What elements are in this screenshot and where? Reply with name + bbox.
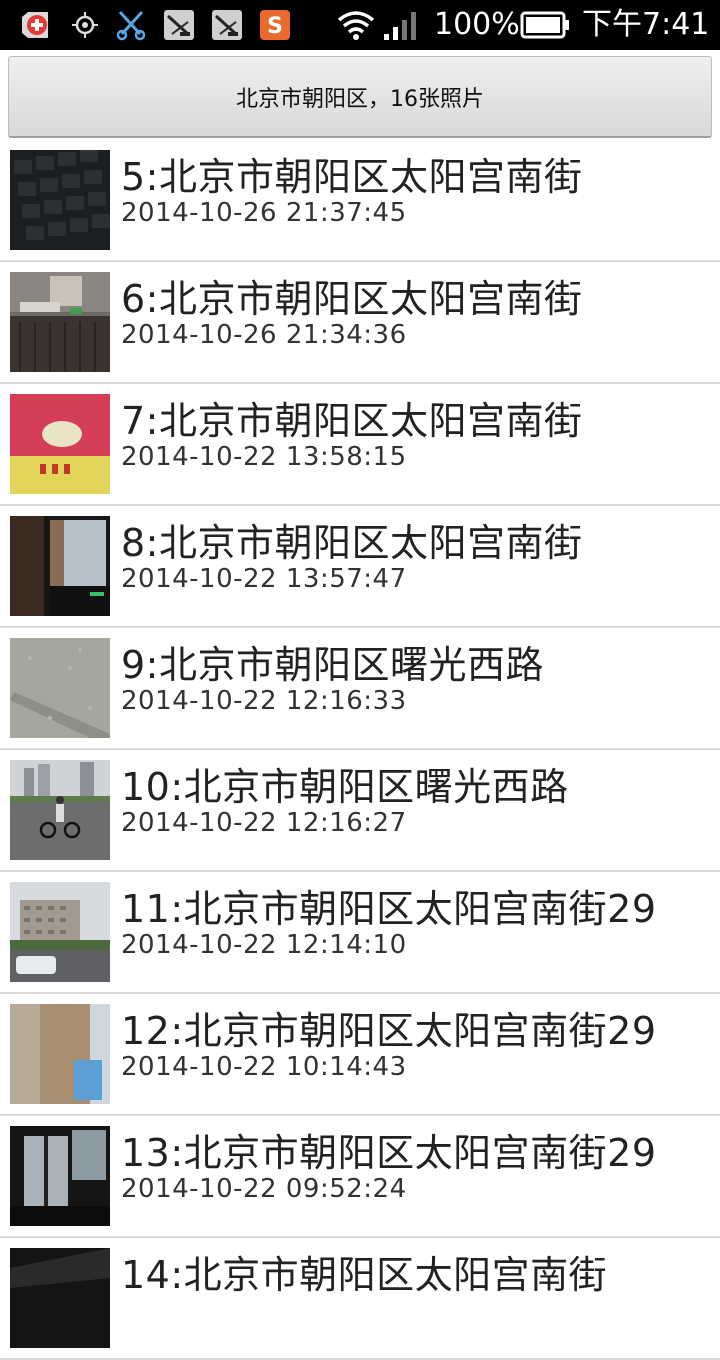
photo-date: 2014-10-22 09:52:24: [121, 1174, 407, 1204]
wifi-icon: [337, 11, 375, 40]
building-photo-thumbnail: [10, 882, 110, 982]
photo-title: 12:北京市朝阳区太阳宫南街29: [121, 1009, 657, 1053]
clock: 下午7:41: [582, 7, 710, 42]
location-summary-button[interactable]: 北京市朝阳区，16张照片: [8, 56, 712, 138]
location-icon: [72, 12, 98, 38]
photo-date: 2014-10-22 13:58:15: [121, 442, 407, 472]
photo-date: 2014-10-22 12:16:27: [121, 808, 407, 838]
app-icon-2: [212, 10, 242, 40]
photo-list[interactable]: 5:北京市朝阳区太阳宫南街 2014-10-26 21:37:45 6:北京市朝…: [0, 140, 720, 1360]
signal-icon: [384, 12, 416, 40]
photo-list-item[interactable]: 11:北京市朝阳区太阳宫南街29 2014-10-22 12:14:10: [0, 872, 720, 994]
dark-photo-thumbnail: [10, 1248, 110, 1348]
desk-photo-thumbnail: [10, 272, 110, 372]
battery-icon: [520, 11, 569, 39]
pavement-photo-thumbnail: [10, 638, 110, 738]
svg-text:S: S: [267, 14, 283, 39]
photo-title: 8:北京市朝阳区太阳宫南街: [121, 521, 583, 565]
photo-title: 13:北京市朝阳区太阳宫南街29: [121, 1131, 657, 1175]
status-bar: S 100% 下午7:41: [0, 0, 720, 50]
app-icon-1: [164, 10, 194, 40]
photo-list-item[interactable]: 7:北京市朝阳区太阳宫南街 2014-10-22 13:58:15: [0, 384, 720, 506]
curtain-photo-thumbnail: [10, 1004, 110, 1104]
photo-date: 2014-10-26 21:34:36: [121, 320, 407, 350]
scissors-icon: [116, 10, 146, 41]
photo-title: 14:北京市朝阳区太阳宫南街: [121, 1253, 608, 1297]
photo-date: 2014-10-22 13:57:47: [121, 564, 407, 594]
photo-list-item[interactable]: 13:北京市朝阳区太阳宫南街29 2014-10-22 09:52:24: [0, 1116, 720, 1238]
keyboard-photo-thumbnail: [10, 150, 110, 250]
photo-date: 2014-10-22 12:14:10: [121, 930, 407, 960]
location-summary-label: 北京市朝阳区，16张照片: [236, 86, 484, 112]
photo-list-item[interactable]: 8:北京市朝阳区太阳宫南街 2014-10-22 13:57:47: [0, 506, 720, 628]
photo-list-item[interactable]: 9:北京市朝阳区曙光西路 2014-10-22 12:16:33: [0, 628, 720, 750]
battery-percent: 100%: [434, 7, 520, 42]
room-window-photo-thumbnail: [10, 1126, 110, 1226]
add-notification-icon: [22, 12, 48, 38]
package-photo-thumbnail: [10, 394, 110, 494]
window-photo-thumbnail: [10, 516, 110, 616]
photo-title: 5:北京市朝阳区太阳宫南街: [121, 155, 583, 199]
photo-date: 2014-10-22 10:14:43: [121, 1052, 407, 1082]
photo-title: 9:北京市朝阳区曙光西路: [121, 643, 544, 687]
photo-list-item[interactable]: 6:北京市朝阳区太阳宫南街 2014-10-26 21:34:36: [0, 262, 720, 384]
photo-list-item[interactable]: 14:北京市朝阳区太阳宫南街: [0, 1238, 720, 1360]
photo-date: 2014-10-22 12:16:33: [121, 686, 407, 716]
photo-list-item[interactable]: 10:北京市朝阳区曙光西路 2014-10-22 12:16:27: [0, 750, 720, 872]
photo-date: 2014-10-26 21:37:45: [121, 198, 407, 228]
photo-title: 11:北京市朝阳区太阳宫南街29: [121, 887, 657, 931]
sogou-input-icon: S: [260, 10, 290, 40]
photo-list-item[interactable]: 12:北京市朝阳区太阳宫南街29 2014-10-22 10:14:43: [0, 994, 720, 1116]
photo-title: 6:北京市朝阳区太阳宫南街: [121, 277, 583, 321]
photo-title: 7:北京市朝阳区太阳宫南街: [121, 399, 583, 443]
street-cyclist-photo-thumbnail: [10, 760, 110, 860]
photo-list-item[interactable]: 5:北京市朝阳区太阳宫南街 2014-10-26 21:37:45: [0, 140, 720, 262]
photo-title: 10:北京市朝阳区曙光西路: [121, 765, 569, 809]
